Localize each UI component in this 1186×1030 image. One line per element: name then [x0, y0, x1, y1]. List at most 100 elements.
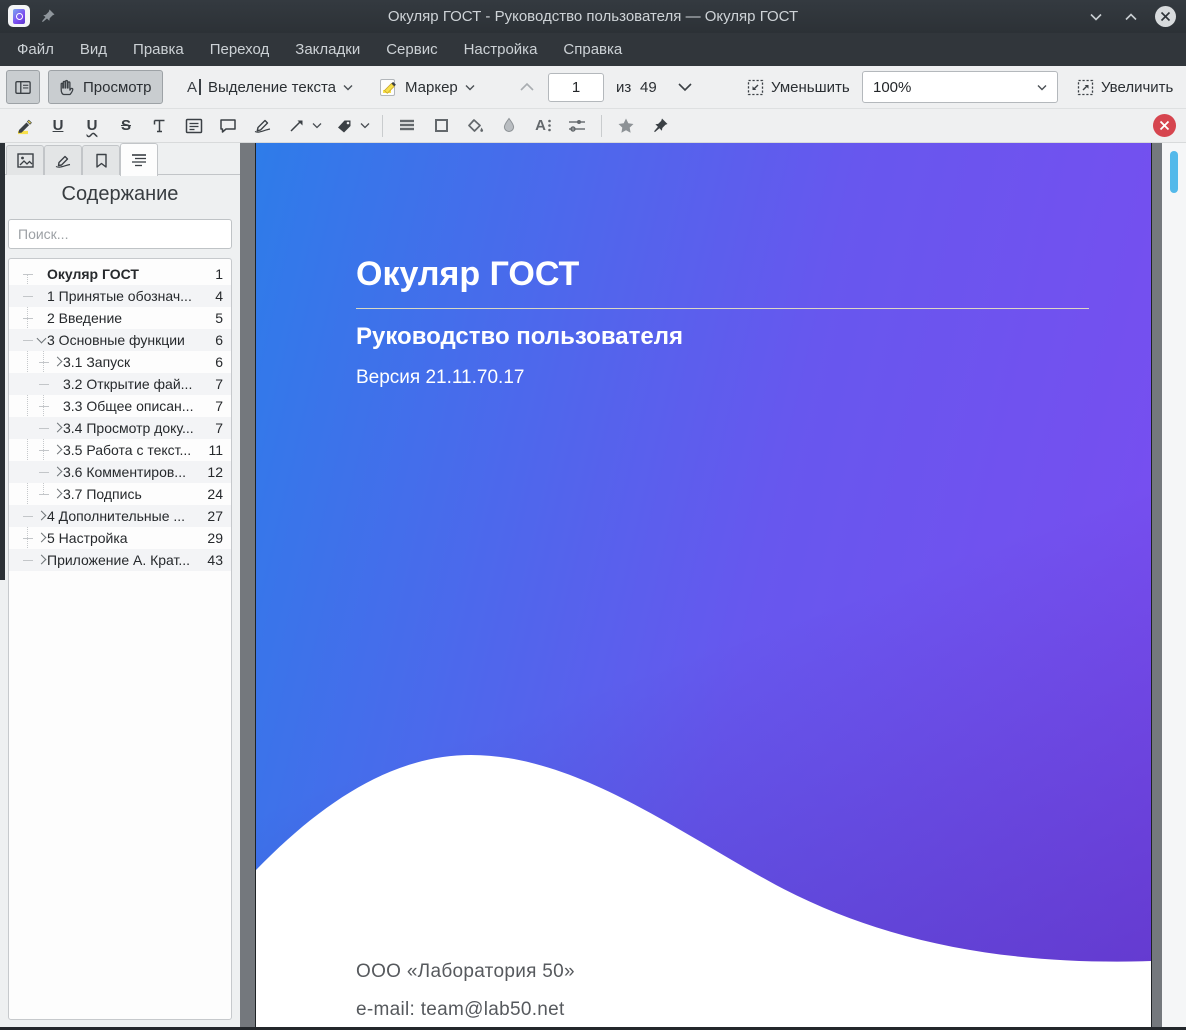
- favorites-button[interactable]: [612, 112, 640, 139]
- maximize-button[interactable]: [1120, 6, 1142, 28]
- toc-item[interactable]: 3.5 Работа с текст... 11: [9, 439, 231, 461]
- toc-item-page: 7: [209, 398, 223, 414]
- highlight-tool-button[interactable]: [10, 112, 38, 139]
- tree-expander-icon[interactable]: [35, 532, 47, 544]
- squiggle-tool-button[interactable]: U: [78, 112, 106, 139]
- toc-item[interactable]: 3.1 Запуск 6: [9, 351, 231, 373]
- advanced-settings-button[interactable]: [563, 112, 591, 139]
- font-button[interactable]: A: [529, 112, 557, 139]
- popup-note-icon: [219, 118, 237, 134]
- toc-item[interactable]: 3.2 Открытие фай... 7: [9, 373, 231, 395]
- arrow-tool-dropdown[interactable]: [310, 122, 324, 129]
- tree-expander-icon[interactable]: [51, 422, 63, 434]
- previous-page-button[interactable]: [510, 70, 544, 104]
- toc-item[interactable]: 3 Основные функции 6: [9, 329, 231, 351]
- scrollbar-thumb[interactable]: [1170, 151, 1178, 193]
- tree-branch-tick: [23, 516, 33, 517]
- opacity-button[interactable]: [495, 112, 523, 139]
- line-width-button[interactable]: [393, 112, 421, 139]
- tree-expander-icon[interactable]: [35, 334, 47, 346]
- toc-item[interactable]: 2 Введение 5: [9, 307, 231, 329]
- toc-item-label: 2 Введение: [47, 310, 122, 326]
- toc-item-page: 7: [209, 420, 223, 436]
- menu-item[interactable]: Сервис: [373, 35, 450, 64]
- fill-color-button[interactable]: [461, 112, 489, 139]
- tree-branch-tick: [39, 494, 49, 495]
- tree-expander-icon[interactable]: [51, 356, 63, 368]
- menu-item[interactable]: Файл: [4, 35, 67, 64]
- document-view[interactable]: Окуляр ГОСТ Руководство пользователя Вер…: [240, 143, 1162, 1030]
- highlighter-icon: [15, 117, 34, 135]
- toc-item[interactable]: 3.6 Комментиров... 12: [9, 461, 231, 483]
- toc-item[interactable]: Окуляр ГОСТ 1: [9, 263, 231, 285]
- arrow-tool-button[interactable]: [282, 112, 310, 139]
- zoom-in-icon: [1077, 79, 1094, 96]
- menu-item[interactable]: Вид: [67, 35, 120, 64]
- bookmark-icon: [95, 153, 108, 169]
- menu-item[interactable]: Правка: [120, 35, 197, 64]
- tree-branch-tick: [23, 296, 33, 297]
- menu-item[interactable]: Закладки: [282, 35, 373, 64]
- zoom-level-combobox[interactable]: 100%: [862, 71, 1058, 103]
- tree-branch-tick: [39, 362, 49, 363]
- freehand-pen-icon: [253, 117, 272, 134]
- freehand-tool-button[interactable]: [248, 112, 276, 139]
- tree-branch-tick: [39, 472, 49, 473]
- marker-tool-button[interactable]: Маркер: [368, 70, 486, 104]
- droplet-icon: [502, 117, 516, 134]
- pin-toolbar-button[interactable]: [646, 112, 674, 139]
- underline-tool-button[interactable]: U: [44, 112, 72, 139]
- inline-note-icon: [185, 118, 203, 134]
- toc-item[interactable]: 3.4 Просмотр доку... 7: [9, 417, 231, 439]
- browse-tool-button[interactable]: Просмотр: [48, 70, 163, 104]
- zoom-out-label: Уменьшить: [771, 79, 850, 96]
- page-number-input[interactable]: [548, 73, 604, 102]
- typewriter-tool-button[interactable]: [146, 112, 174, 139]
- sidebar-toggle-button[interactable]: [6, 70, 40, 104]
- toc-item[interactable]: 3.7 Подпись 24: [9, 483, 231, 505]
- toc-item[interactable]: 1 Принятые обознач... 4: [9, 285, 231, 307]
- text-select-tool-button[interactable]: A Выделение текста: [176, 70, 364, 104]
- marker-label: Маркер: [405, 79, 458, 96]
- tab-thumbnails[interactable]: [6, 145, 44, 175]
- tree-expander-icon[interactable]: [51, 488, 63, 500]
- shape-tool-button[interactable]: [427, 112, 455, 139]
- menu-item[interactable]: Справка: [550, 35, 635, 64]
- toc-item[interactable]: Приложение А. Крат... 43: [9, 549, 231, 571]
- toc-panel[interactable]: Окуляр ГОСТ 1 1 Принятые обознач... 4 2 …: [8, 258, 232, 1020]
- tree-expander-icon[interactable]: [51, 466, 63, 478]
- tree-expander-icon[interactable]: [35, 554, 47, 566]
- toc-search-input[interactable]: [8, 219, 232, 249]
- chevron-down-icon: [312, 122, 322, 129]
- toc-item-page: 43: [201, 552, 223, 568]
- menu-item[interactable]: Настройка: [451, 35, 551, 64]
- toc-item-page: 6: [209, 354, 223, 370]
- toc-item-label: 4 Дополнительные ...: [47, 508, 185, 524]
- zoom-out-icon: [747, 79, 764, 96]
- popup-note-tool-button[interactable]: [214, 112, 242, 139]
- toc-item[interactable]: 3.3 Общее описан... 7: [9, 395, 231, 417]
- next-page-button[interactable]: [668, 70, 702, 104]
- stamp-tool-button[interactable]: [330, 112, 358, 139]
- toc-item[interactable]: 5 Настройка 29: [9, 527, 231, 549]
- zoom-in-button[interactable]: Увеличить: [1066, 70, 1184, 104]
- toc-item-page: 5: [209, 310, 223, 326]
- close-button[interactable]: [1155, 6, 1176, 27]
- close-annotation-toolbar-button[interactable]: [1153, 114, 1176, 137]
- vertical-scrollbar[interactable]: [1162, 143, 1186, 1030]
- tab-bookmarks[interactable]: [82, 145, 120, 175]
- menu-item[interactable]: Переход: [197, 35, 283, 64]
- toc-item[interactable]: 4 Дополнительные ... 27: [9, 505, 231, 527]
- tree-expander-icon[interactable]: [35, 510, 47, 522]
- titlebar: Окуляр ГОСТ - Руководство пользователя —…: [0, 0, 1186, 33]
- paint-bucket-icon: [466, 118, 484, 134]
- tree-expander-icon[interactable]: [51, 444, 63, 456]
- tab-contents[interactable]: [120, 143, 158, 176]
- zoom-out-button[interactable]: Уменьшить: [736, 70, 861, 104]
- minimize-button[interactable]: [1085, 6, 1107, 28]
- inline-note-tool-button[interactable]: [180, 112, 208, 139]
- underline-icon: U: [53, 117, 64, 134]
- strikeout-tool-button[interactable]: S: [112, 112, 140, 139]
- stamp-tool-dropdown[interactable]: [358, 122, 372, 129]
- tab-annotations[interactable]: [44, 145, 82, 175]
